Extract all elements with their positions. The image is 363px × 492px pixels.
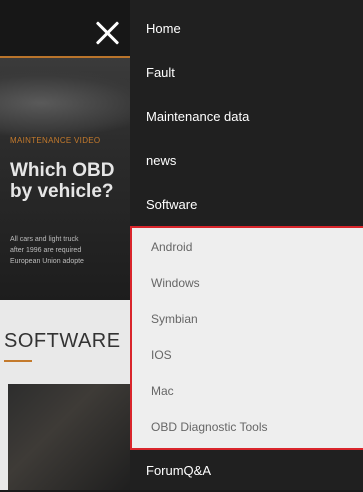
menu-item-maintenance-data[interactable]: Maintenance data bbox=[130, 94, 363, 138]
menu-item-label: Software bbox=[146, 196, 198, 212]
hero-title-line: by vehicle? bbox=[10, 181, 114, 202]
hero-body-line: after 1996 are required bbox=[10, 247, 82, 254]
hero-banner[interactable]: MAINTENANCE VIDEO Which OBD by vehicle? … bbox=[0, 58, 130, 300]
menu-item-label: ForumQ&A bbox=[146, 462, 212, 478]
submenu-item-label: Symbian bbox=[151, 312, 198, 326]
hero-body: All cars and light truck after 1996 are … bbox=[10, 234, 84, 267]
menu-item-label: news bbox=[146, 152, 177, 168]
software-submenu: Android Windows Symbian IOS Mac OBD Diag… bbox=[130, 226, 363, 448]
article-card-image[interactable] bbox=[8, 384, 130, 490]
hero-kicker: MAINTENANCE VIDEO bbox=[10, 136, 101, 145]
submenu-item-obd-diagnostic-tools[interactable]: OBD Diagnostic Tools bbox=[130, 410, 363, 444]
hero-body-line: All cars and light truck bbox=[10, 236, 79, 243]
hero-title-line: Which OBD bbox=[10, 160, 115, 181]
submenu-item-label: OBD Diagnostic Tools bbox=[151, 420, 268, 434]
submenu-item-label: Windows bbox=[151, 276, 200, 290]
section-underline bbox=[4, 360, 32, 362]
section-title: SOFTWARE bbox=[4, 330, 121, 352]
menu-item-label: Fault bbox=[146, 64, 175, 80]
submenu-item-label: Mac bbox=[151, 384, 174, 398]
submenu-item-mac[interactable]: Mac bbox=[130, 374, 363, 408]
menu-item-forum-qa[interactable]: ForumQ&A bbox=[130, 448, 363, 492]
close-icon[interactable] bbox=[94, 20, 120, 46]
submenu-item-ios[interactable]: IOS bbox=[130, 338, 363, 372]
submenu-item-windows[interactable]: Windows bbox=[130, 266, 363, 300]
submenu-item-label: Android bbox=[151, 240, 193, 254]
hero-image bbox=[0, 68, 130, 138]
menu-item-software[interactable]: Software bbox=[130, 182, 363, 226]
menu-item-news[interactable]: news bbox=[130, 138, 363, 182]
submenu-item-android[interactable]: Android bbox=[130, 230, 363, 264]
submenu-item-label: IOS bbox=[151, 348, 172, 362]
menu-item-home[interactable]: Home bbox=[130, 6, 363, 50]
hero-title: Which OBD by vehicle? bbox=[10, 160, 130, 202]
hero-body-line: European Union adopte bbox=[10, 258, 84, 265]
menu-item-label: Maintenance data bbox=[146, 108, 250, 124]
navigation-drawer: Home Fault Maintenance data news Softwar… bbox=[130, 0, 363, 490]
menu-item-label: Home bbox=[146, 20, 181, 36]
submenu-item-symbian[interactable]: Symbian bbox=[130, 302, 363, 336]
menu-item-fault[interactable]: Fault bbox=[130, 50, 363, 94]
